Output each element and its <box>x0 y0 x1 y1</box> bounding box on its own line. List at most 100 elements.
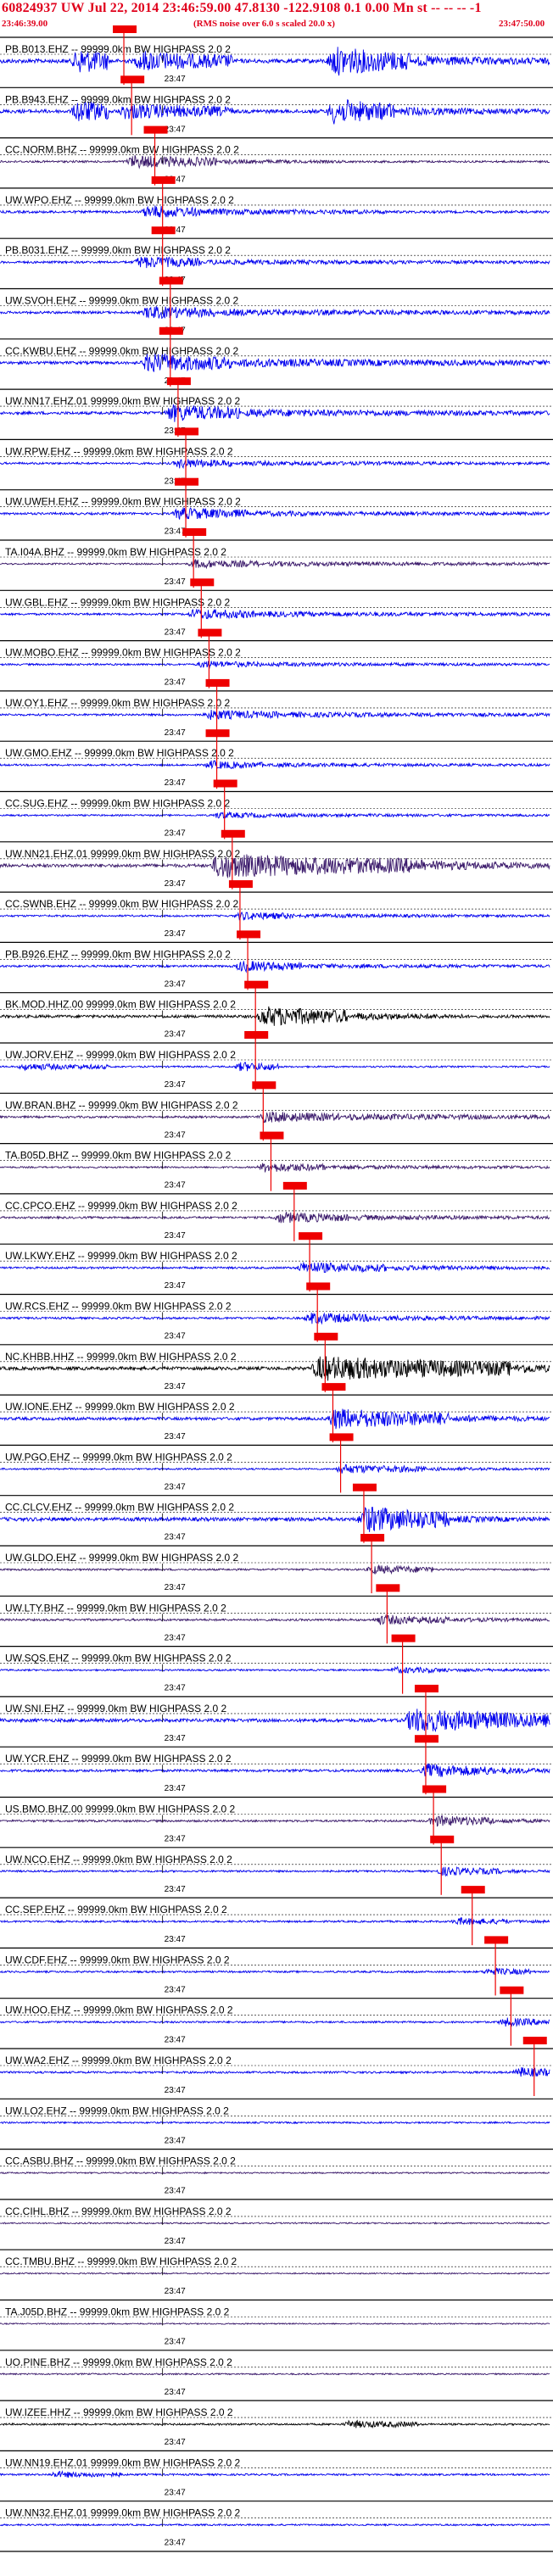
station-label: CC.CPCO.EHZ -- 99999.0km BW HIGHPASS 2.0… <box>5 1200 237 1212</box>
station-label: BK.MOD.HHZ.00 99999.0km BW HIGHPASS 2.0 … <box>5 999 236 1011</box>
pick-flag <box>151 176 176 184</box>
waveform-trace <box>0 1212 550 1224</box>
minute-tick-label: 23:47 <box>165 1130 186 1140</box>
waveform-trace <box>0 1967 550 1976</box>
minute-tick-label: 23:47 <box>165 2488 186 2497</box>
station-label: UW.BRAN.BHZ -- 99999.0km BW HIGHPASS 2.0… <box>5 1099 238 1111</box>
station-label: PB.B013.EHZ -- 99999.0km BW HIGHPASS 2.0… <box>5 43 231 55</box>
station-label: CC.TMBU.BHZ -- 99999.0km BW HIGHPASS 2.0… <box>5 2255 237 2267</box>
station-label: UW.NN21.EHZ.01 99999.0km BW HIGHPASS 2.0… <box>5 848 241 860</box>
station-label: UW.NN17.EHZ.01 99999.0km BW HIGHPASS 2.0… <box>5 395 241 407</box>
waveform-trace <box>0 205 550 218</box>
waveform-trace <box>0 256 550 269</box>
pick-flag <box>252 1081 276 1090</box>
waveform-trace <box>0 710 550 721</box>
pick-flag <box>113 25 137 33</box>
pick-flag <box>213 779 237 788</box>
waveform-trace <box>0 912 550 921</box>
pick-flag <box>321 1383 346 1391</box>
minute-tick-label: 23:47 <box>165 2438 186 2447</box>
pick-flag <box>244 980 269 989</box>
minute-tick-label: 23:47 <box>165 728 186 738</box>
pick-flag <box>391 1634 416 1642</box>
waveform-trace <box>0 1763 550 1777</box>
waveform-trace <box>0 1111 550 1124</box>
minute-tick-label: 23:47 <box>165 979 186 989</box>
waveform-trace <box>0 1564 550 1575</box>
waveform-trace <box>0 154 550 170</box>
pick-flag <box>260 1131 284 1140</box>
minute-tick-label: 23:47 <box>165 2086 186 2095</box>
station-label: CC.SWNB.EHZ -- 99999.0km BW HIGHPASS 2.0… <box>5 898 239 910</box>
minute-tick-label: 23:47 <box>165 1181 186 1190</box>
station-label: NC.KHBB.HHZ -- 99999.0km BW HIGHPASS 2.0… <box>5 1351 237 1363</box>
pick-flag <box>175 427 199 436</box>
waveform-trace <box>0 1262 550 1274</box>
pick-flag <box>159 326 183 335</box>
pick-flag <box>143 125 168 134</box>
station-label: UW.RPW.EHZ -- 99999.0km BW HIGHPASS 2.0 … <box>5 445 233 457</box>
waveform-trace <box>0 609 550 620</box>
waveform-trace <box>0 2121 550 2125</box>
station-label: TA.J05D.BHZ -- 99999.0km BW HIGHPASS 2.0… <box>5 2306 230 2318</box>
station-label: CC.CIHL.BHZ -- 99999.0km BW HIGHPASS 2.0… <box>5 2205 232 2217</box>
waveform-trace <box>0 559 550 570</box>
minute-tick-label: 23:47 <box>165 1734 186 1743</box>
minute-tick-label: 23:47 <box>165 1482 186 1492</box>
waveform-trace <box>0 961 550 973</box>
station-label: UW.LKWY.EHZ -- 99999.0km BW HIGHPASS 2.0… <box>5 1250 237 1262</box>
station-label: UW.NN32.EHZ.01 99999.0km BW HIGHPASS 2.0… <box>5 2507 241 2519</box>
waveform-trace <box>0 2470 550 2478</box>
pick-flag <box>159 276 183 285</box>
pick-flag <box>190 578 215 587</box>
station-label: CC.SUG.EHZ -- 99999.0km BW HIGHPASS 2.0 … <box>5 798 231 810</box>
pick-flag <box>461 1886 485 1894</box>
minute-tick-label: 23:47 <box>165 1935 186 1944</box>
station-label: UW.NCO.EHZ -- 99999.0km BW HIGHPASS 2.0 … <box>5 1854 232 1865</box>
pick-flag <box>228 880 253 889</box>
minute-tick-label: 23:47 <box>165 829 186 839</box>
station-label: US.BMO.BHZ.00 99999.0km BW HIGHPASS 2.0 … <box>5 1804 236 1815</box>
minute-tick-label: 23:47 <box>165 1633 186 1642</box>
minute-tick-label: 23:47 <box>165 1684 186 1693</box>
station-label: UW.WPO.EHZ -- 99999.0km BW HIGHPASS 2.0 … <box>5 194 234 206</box>
waveform-trace <box>0 2523 550 2528</box>
waveform-trace <box>0 2066 550 2077</box>
minute-tick-label: 23:47 <box>165 1080 186 1090</box>
pick-flag <box>151 226 176 235</box>
minute-tick-label: 23:47 <box>165 1281 186 1291</box>
minute-tick-label: 23:47 <box>165 2287 186 2296</box>
station-label: CC.CLCV.EHZ -- 99999.0km BW HIGHPASS 2.0… <box>5 1502 234 1514</box>
station-label: PB.B031.EHZ -- 99999.0km BW HIGHPASS 2.0… <box>5 244 231 256</box>
pick-flag <box>422 1785 447 1793</box>
station-label: UW.UWEH.EHZ -- 99999.0km BW HIGHPASS 2.0… <box>5 496 241 508</box>
waveform-trace <box>0 2017 550 2027</box>
pick-flag <box>237 930 261 939</box>
pick-flag <box>205 678 230 687</box>
minute-tick-label: 23:47 <box>165 1885 186 1894</box>
station-label: UW.GMO.EHZ -- 99999.0km BW HIGHPASS 2.0 … <box>5 747 234 759</box>
pick-flag <box>221 829 245 838</box>
station-label: CC.ASBU.BHZ -- 99999.0km BW HIGHPASS 2.0… <box>5 2155 236 2167</box>
pick-flag <box>430 1835 455 1843</box>
station-label: UO.PINE.BHZ -- 99999.0km BW HIGHPASS 2.0… <box>5 2356 232 2368</box>
minute-tick-label: 23:47 <box>165 627 186 637</box>
minute-tick-label: 23:47 <box>165 2136 186 2145</box>
minute-tick-label: 23:47 <box>165 1533 186 1542</box>
pick-flag <box>329 1433 354 1441</box>
pick-flag <box>306 1282 331 1291</box>
minute-tick-label: 23:47 <box>165 2036 186 2045</box>
waveform-trace <box>0 1062 550 1072</box>
minute-tick-label: 23:47 <box>165 1835 186 1844</box>
station-label: CC.NORM.BHZ -- 99999.0km BW HIGHPASS 2.0… <box>5 144 239 156</box>
minute-tick-label: 23:47 <box>165 1583 186 1592</box>
station-label: UW.GBL.EHZ -- 99999.0km BW HIGHPASS 2.0 … <box>5 596 231 608</box>
waveform-trace <box>0 1614 550 1625</box>
minute-tick-label: 23:47 <box>165 2187 186 2196</box>
minute-tick-label: 23:47 <box>165 2237 186 2246</box>
minute-tick-label: 23:47 <box>165 1784 186 1793</box>
waveform-trace <box>0 1917 550 1926</box>
waveform-trace <box>0 1464 550 1475</box>
minute-tick-label: 23:47 <box>165 678 186 688</box>
pick-flag <box>414 1735 438 1743</box>
